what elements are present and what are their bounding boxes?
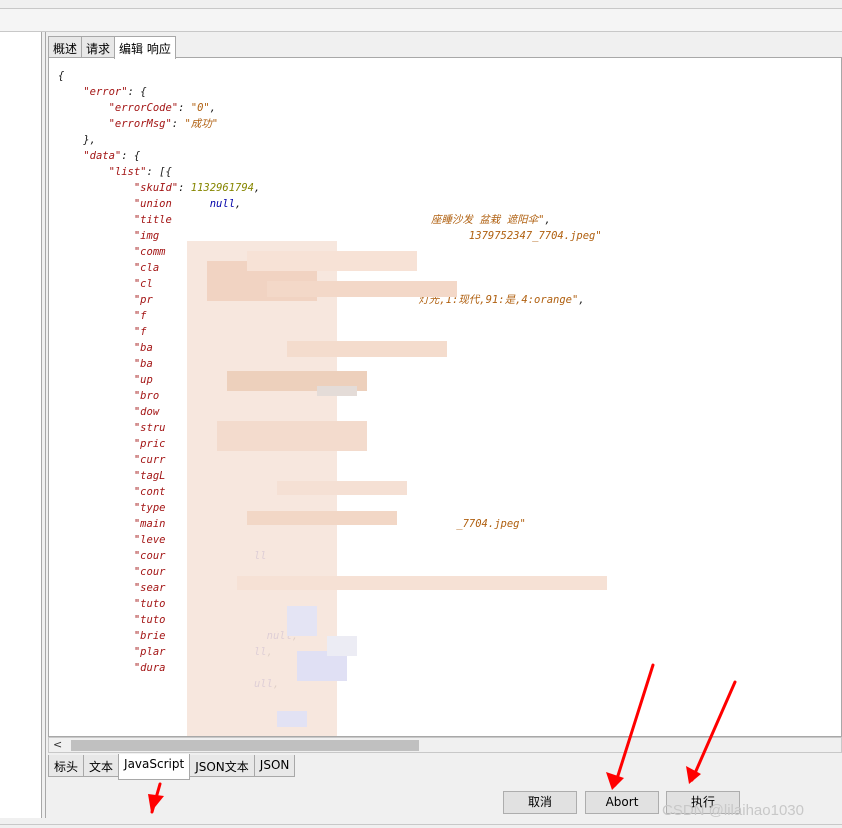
tab-json[interactable]: JSON	[253, 755, 296, 777]
json-line: "title 座睡沙发 盆栽 遮阳伞",	[133, 214, 551, 226]
title-strip	[0, 0, 842, 8]
redaction-mosaic	[187, 241, 607, 736]
json-line: "union null,	[133, 198, 242, 210]
status-strip	[0, 824, 842, 828]
tab-headers[interactable]: 标头	[48, 755, 85, 777]
scrollbar-thumb[interactable]	[71, 740, 419, 751]
json-line: {	[58, 70, 65, 82]
watermark: CSDN @lilaihao1030	[662, 802, 804, 819]
response-json-editor[interactable]: { "error": { "errorCode": "0", "errorMsg…	[48, 57, 842, 737]
tab-overview[interactable]: 概述	[48, 36, 83, 58]
tab-edit-response[interactable]: 编辑 响应	[114, 36, 176, 59]
abort-button[interactable]: Abort	[585, 791, 659, 814]
toolbar	[0, 8, 842, 32]
tab-request[interactable]: 请求	[81, 36, 116, 58]
cancel-button[interactable]: 取消	[503, 791, 577, 814]
json-line: "error": {	[83, 86, 147, 98]
response-view-tabs: 标头 文本 JavaScript JSON文本 JSON	[48, 754, 296, 780]
tab-text[interactable]: 文本	[83, 755, 120, 777]
session-list-pane[interactable]	[0, 32, 42, 818]
json-line: "errorCode": "0",	[108, 102, 217, 114]
inspector-tabs: 概述 请求 编辑 响应	[48, 36, 176, 59]
tab-javascript[interactable]: JavaScript	[118, 754, 191, 780]
json-line: "data": {	[83, 150, 141, 162]
tab-json-text[interactable]: JSON文本	[189, 755, 255, 777]
horizontal-scrollbar[interactable]: <	[48, 737, 842, 753]
scroll-left-arrow-icon[interactable]: <	[53, 738, 62, 751]
json-line: "errorMsg": "成功"	[108, 118, 219, 130]
json-line: "list": [{	[108, 166, 172, 178]
json-line: },	[58, 134, 96, 146]
json-line: "skuId": 1132961794,	[133, 182, 261, 194]
